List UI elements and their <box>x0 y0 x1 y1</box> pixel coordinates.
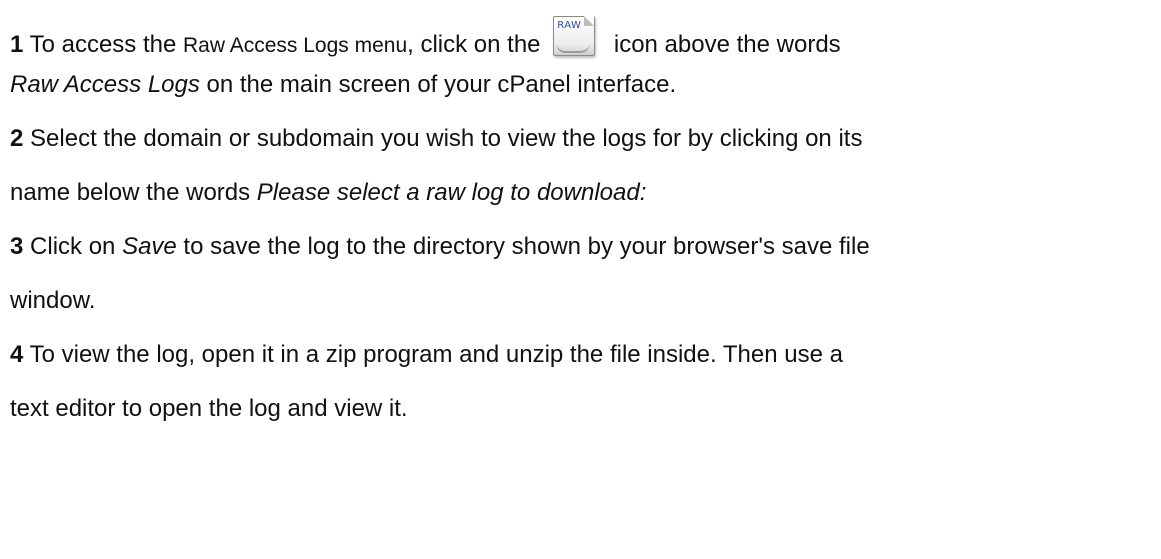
step-number: 4 <box>10 341 24 368</box>
raw-icon-label: RAW <box>557 20 582 31</box>
step-number: 3 <box>10 233 24 260</box>
menu-name: Raw Access Logs menu <box>183 34 408 57</box>
step-text: text editor to open the log and view it. <box>10 395 408 422</box>
step-number: 2 <box>10 125 24 152</box>
instructions-document: 1 To access the Raw Access Logs menu, cl… <box>0 0 1161 559</box>
step-text: Click on <box>23 233 123 260</box>
raw-icon: RAW <box>553 16 597 58</box>
step-1-line-2: Raw Access Logs on the main screen of yo… <box>10 70 676 100</box>
step-3-line-2: window. <box>10 286 95 316</box>
step-3-line-1: 3 Click on Save to save the log to the d… <box>10 232 870 262</box>
step-text: Select the domain or subdomain you wish … <box>23 125 863 152</box>
step-text: icon above the words <box>607 31 841 58</box>
step-2-line-2: name below the words Please select a raw… <box>10 178 646 208</box>
step-text: to save the log to the directory shown b… <box>176 233 870 260</box>
step-4-line-2: text editor to open the log and view it. <box>10 394 408 424</box>
step-text: name below the words <box>10 179 257 206</box>
emphasis-text: Save <box>122 233 177 260</box>
step-4-line-1: 4 To view the log, open it in a zip prog… <box>10 340 843 370</box>
raw-icon-swoosh <box>556 43 591 53</box>
step-text: window. <box>10 287 96 314</box>
step-2-line-1: 2 Select the domain or subdomain you wis… <box>10 124 862 154</box>
step-text: , click on the <box>407 31 548 58</box>
step-text: To access the <box>23 31 184 58</box>
step-text: on the main screen of your cPanel interf… <box>199 71 677 98</box>
emphasis-text: Please select a raw log to download: <box>256 179 647 206</box>
emphasis-text: Raw Access Logs <box>10 71 200 98</box>
step-1-line-1: 1 To access the Raw Access Logs menu, cl… <box>10 16 841 61</box>
raw-icon-fold <box>584 16 595 26</box>
step-text: To view the log, open it in a zip progra… <box>23 341 843 368</box>
step-number: 1 <box>10 31 24 58</box>
